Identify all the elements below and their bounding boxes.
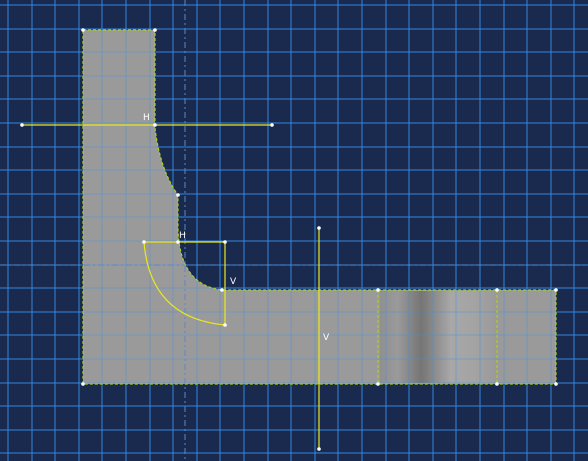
sketch-vertex[interactable]: [317, 226, 321, 230]
sketch-vertex[interactable]: [153, 28, 157, 32]
sketch-vertex[interactable]: [554, 288, 558, 292]
horizontal-constraint-label-fillet: H: [179, 231, 186, 241]
sketch-vertex[interactable]: [176, 193, 180, 197]
sketch-vertex[interactable]: [223, 240, 227, 244]
sketch-vertex[interactable]: [81, 28, 85, 32]
sketch-vertex[interactable]: [495, 382, 499, 386]
sketch-viewport[interactable]: H H V V: [0, 0, 588, 461]
sketch-vertex[interactable]: [554, 382, 558, 386]
horizontal-constraint-label-top: H: [143, 113, 150, 123]
sketch-vertex[interactable]: [81, 382, 85, 386]
sketch-vertex[interactable]: [220, 288, 224, 292]
sketch-vertex[interactable]: [20, 123, 24, 127]
sketch-vertex[interactable]: [317, 447, 321, 451]
vertical-constraint-label-center: V: [323, 333, 330, 343]
sketch-vertex[interactable]: [223, 323, 227, 327]
sketch-vertex[interactable]: [270, 123, 274, 127]
vertical-constraint-label-fillet: V: [230, 277, 237, 287]
sketch-vertex[interactable]: [142, 240, 146, 244]
sketch-vertex[interactable]: [376, 382, 380, 386]
sketch-vertex[interactable]: [176, 240, 180, 244]
sketch-vertex[interactable]: [495, 288, 499, 292]
sketch-vertex[interactable]: [376, 288, 380, 292]
sketch-vertex[interactable]: [153, 123, 157, 127]
